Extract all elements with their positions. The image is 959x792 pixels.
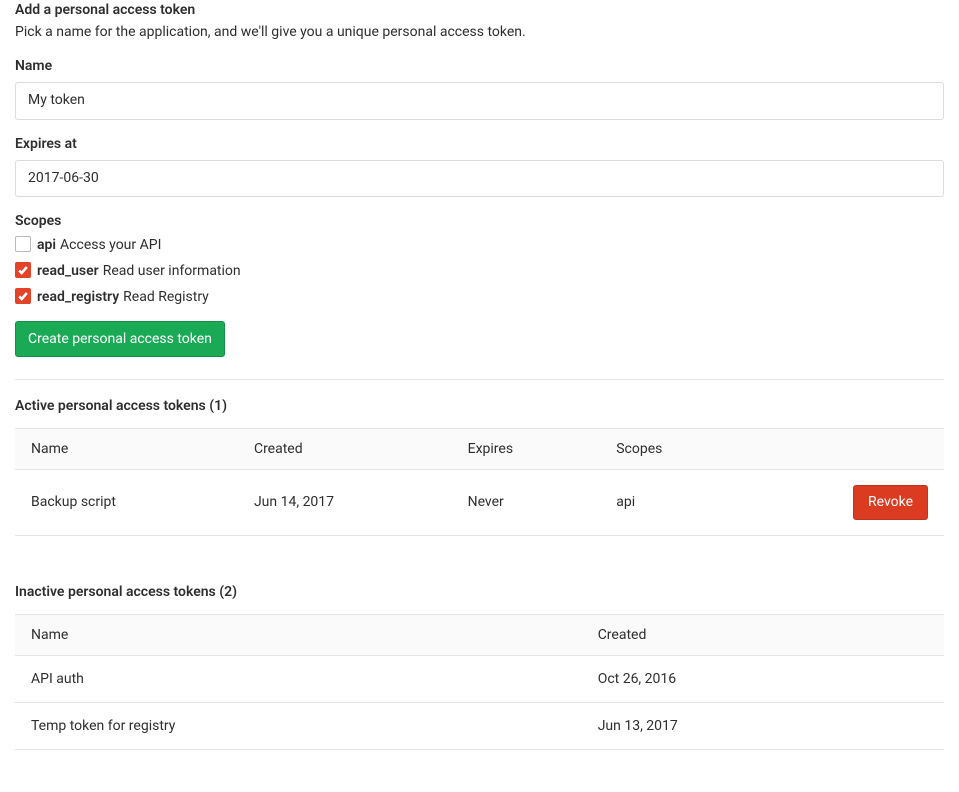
scope-row-api: api Access your API [15,237,944,253]
cell-expires: Never [452,470,601,535]
col-created: Created [582,614,944,655]
scope-name: read_user [37,263,99,279]
scope-desc: Read user information [103,263,241,279]
add-token-description: Pick a name for the application, and we'… [15,24,944,40]
scope-checkbox-read-user[interactable] [15,262,31,278]
table-row: Backup script Jun 14, 2017 Never api Rev… [15,470,944,535]
inactive-tokens-heading: Inactive personal access tokens (2) [15,584,944,600]
scope-checkbox-api[interactable] [15,236,31,252]
table-header-row: Name Created Expires Scopes [15,429,944,470]
scope-checkbox-read-registry[interactable] [15,288,31,304]
cell-scopes: api [600,470,823,535]
col-actions [823,429,944,470]
col-expires: Expires [452,429,601,470]
cell-created: Jun 14, 2017 [238,470,452,535]
cell-name: Temp token for registry [15,702,582,749]
scope-row-read-registry: read_registry Read Registry [15,289,944,305]
name-label: Name [15,58,944,74]
revoke-button[interactable]: Revoke [853,485,928,519]
scope-name: api [37,237,56,253]
scope-desc: Read Registry [123,289,209,305]
table-row: API auth Oct 26, 2016 [15,655,944,702]
col-created: Created [238,429,452,470]
expires-label: Expires at [15,136,944,152]
inactive-tokens-table: Name Created API auth Oct 26, 2016 Temp … [15,614,944,750]
col-scopes: Scopes [600,429,823,470]
divider [15,379,944,380]
scopes-label: Scopes [15,213,944,229]
active-tokens-heading: Active personal access tokens (1) [15,398,944,414]
scope-row-read-user: read_user Read user information [15,263,944,279]
name-input[interactable] [15,82,944,120]
cell-actions: Revoke [823,470,944,535]
table-row: Temp token for registry Jun 13, 2017 [15,702,944,749]
cell-name: Backup script [15,470,238,535]
active-tokens-table: Name Created Expires Scopes Backup scrip… [15,428,944,535]
col-name: Name [15,614,582,655]
table-header-row: Name Created [15,614,944,655]
expires-input[interactable] [15,160,944,198]
cell-name: API auth [15,655,582,702]
check-icon [17,290,29,302]
create-token-button[interactable]: Create personal access token [15,321,225,357]
cell-created: Jun 13, 2017 [582,702,944,749]
add-token-heading: Add a personal access token [15,0,944,18]
scope-name: read_registry [37,289,119,305]
col-name: Name [15,429,238,470]
check-icon [17,264,29,276]
scope-desc: Access your API [60,237,161,253]
cell-created: Oct 26, 2016 [582,655,944,702]
